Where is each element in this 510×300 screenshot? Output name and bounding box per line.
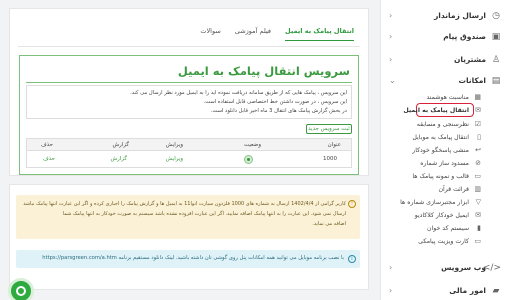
template-icon: ▭ xyxy=(474,172,481,180)
chat-icon xyxy=(16,286,26,296)
panel-title: سرویس انتقال پیامک به ایمیل xyxy=(177,64,350,78)
sidebar-item-features[interactable]: ▤ امکانات ⌄ xyxy=(381,71,510,91)
users-icon: ♙ xyxy=(491,55,501,65)
block-icon: ⊘ xyxy=(475,159,481,167)
services-table: عنوان وضعیت ویرایش گزارش حذف 1000 ویرایش… xyxy=(26,138,352,168)
chevron-down-icon: ⌄ xyxy=(389,76,396,85)
sidebar-subitem[interactable]: ▥ قرائت قرآن xyxy=(381,183,510,196)
column-header-status: وضعیت xyxy=(243,142,261,148)
sidebar-subitem[interactable]: ↩ منشی پاسخگو خودکار xyxy=(381,144,510,157)
sidebar-subitem[interactable]: ▭ قالب و نمونه پیامک ها xyxy=(381,170,510,183)
sidebar-item-scheduled-send[interactable]: ◷ ارسال زماندار ‹ xyxy=(381,6,510,26)
calendar-icon: ▦ xyxy=(474,93,481,101)
delete-link[interactable]: حذف xyxy=(43,156,55,162)
chevron-icon: ‹ xyxy=(389,263,393,272)
book-icon: ▥ xyxy=(474,185,481,193)
inbox-icon: ▣ xyxy=(491,32,501,42)
info-icon: i xyxy=(348,255,356,263)
info-text[interactable]: با نصب برنامه موبایل می توانید همه امکان… xyxy=(42,255,344,261)
tab-bar: انتقال پیامک به ایمیل فیلم آموزشی سوالات xyxy=(200,27,354,41)
mobile-icon: ▯ xyxy=(477,133,481,141)
row-title: 1000 xyxy=(323,156,337,162)
report-link[interactable]: گزارش xyxy=(110,156,127,162)
warning-line: کاربر گرامی از 1402/4/4 ارسال به شماره ه… xyxy=(22,201,346,207)
column-header-delete: حذف xyxy=(41,142,53,148)
sidebar-subitem[interactable]: ⊘ مسدود ساز شماره xyxy=(381,157,510,170)
email-icon: ✉ xyxy=(475,211,481,219)
note-line: این سرویس ، پیامک هایی که از طریق سامانه… xyxy=(130,90,347,96)
wallet-icon: ▰ xyxy=(492,286,500,296)
tab-faq[interactable]: سوالات xyxy=(200,27,220,41)
new-service-button[interactable]: ثبت سرویس جدید xyxy=(306,124,352,134)
sidebar-item-webservice[interactable]: </> وب سرویس ‹ xyxy=(381,258,510,278)
reply-icon: ↩ xyxy=(475,146,481,154)
sidebar-subitem[interactable]: ▭ کارت ویزیت پیامکی xyxy=(381,235,510,248)
main-card: انتقال پیامک به ایمیل فیلم آموزشی سوالات… xyxy=(9,8,369,176)
clock-icon: ◷ xyxy=(492,11,500,21)
warning-alert: ! کاربر گرامی از 1402/4/4 ارسال به شماره… xyxy=(16,195,360,239)
chevron-icon: ‹ xyxy=(389,55,393,64)
table-header xyxy=(27,139,351,151)
note-line: در بخش گزارش پیامک های انتقال 3 ماه اخیر… xyxy=(210,108,347,114)
warning-icon: ! xyxy=(348,200,356,208)
document-icon: ▤ xyxy=(491,76,501,86)
mail-icon: ✉ xyxy=(475,106,481,114)
sidebar-item-inbox[interactable]: ▣ صندوق پیام ‹ xyxy=(381,27,510,47)
chat-fab-button[interactable] xyxy=(8,278,34,300)
note-line: این سرویس ، در صورت داشتن خط اختصاصی قاب… xyxy=(203,99,347,105)
column-header-report: گزارش xyxy=(112,142,129,148)
sidebar-item-customers[interactable]: ♙ مشتریان ‹ xyxy=(381,50,510,70)
tab-tutorial-video[interactable]: فیلم آموزشی xyxy=(235,27,271,41)
code-icon: </> xyxy=(482,263,501,273)
sidebar-item-finance[interactable]: ▰ امور مالی ‹ xyxy=(381,281,510,300)
warning-line: اضافه می نماید. xyxy=(312,221,346,227)
sidebar-subitem[interactable]: ▯ انتقال پیامک به موبایل xyxy=(381,131,510,144)
sidebar: ◷ ارسال زماندار ‹ ▣ صندوق پیام ‹ ♙ مشتری… xyxy=(380,0,510,300)
status-toggle[interactable] xyxy=(244,155,253,164)
chevron-icon: ‹ xyxy=(389,32,393,41)
sidebar-subitem[interactable]: ☑ نظرسنجی و مسابقه xyxy=(381,118,510,131)
sidebar-subitem[interactable]: ▽ ابزار مجتبرسازی شماره ها xyxy=(381,196,510,209)
service-panel: سرویس انتقال پیامک به ایمیل این سرویس ، … xyxy=(19,55,359,175)
divider xyxy=(26,82,352,83)
tab-divider xyxy=(18,46,360,47)
sidebar-subitem[interactable]: ✉ ایمیل خودکار کلاکادیو xyxy=(381,209,510,222)
barcode-icon: ▮ xyxy=(477,224,481,232)
card-icon: ▭ xyxy=(474,237,481,245)
filter-icon: ▽ xyxy=(475,198,481,206)
tab-sms-to-email[interactable]: انتقال پیامک به ایمیل xyxy=(285,27,354,41)
column-header-edit: ویرایش xyxy=(165,142,183,148)
info-alert: i با نصب برنامه موبایل می توانید همه امک… xyxy=(16,250,360,268)
poll-icon: ☑ xyxy=(474,120,481,128)
sidebar-subitem-sms-to-email[interactable]: ✉ انتقال پیامک به ایمیل xyxy=(381,103,510,117)
chevron-icon: ‹ xyxy=(389,286,393,295)
edit-link[interactable]: ویرایش xyxy=(166,156,183,162)
warning-line: ارسال نمی شود. این عبارت را به انتها پیا… xyxy=(62,211,346,217)
sidebar-subitem[interactable]: ▮ سیستم کد خوان xyxy=(381,222,510,235)
chevron-icon: ‹ xyxy=(389,11,393,20)
column-header-title: عنوان xyxy=(327,142,341,148)
notes-box: این سرویس ، پیامک هایی که از طریق سامانه… xyxy=(26,85,352,119)
